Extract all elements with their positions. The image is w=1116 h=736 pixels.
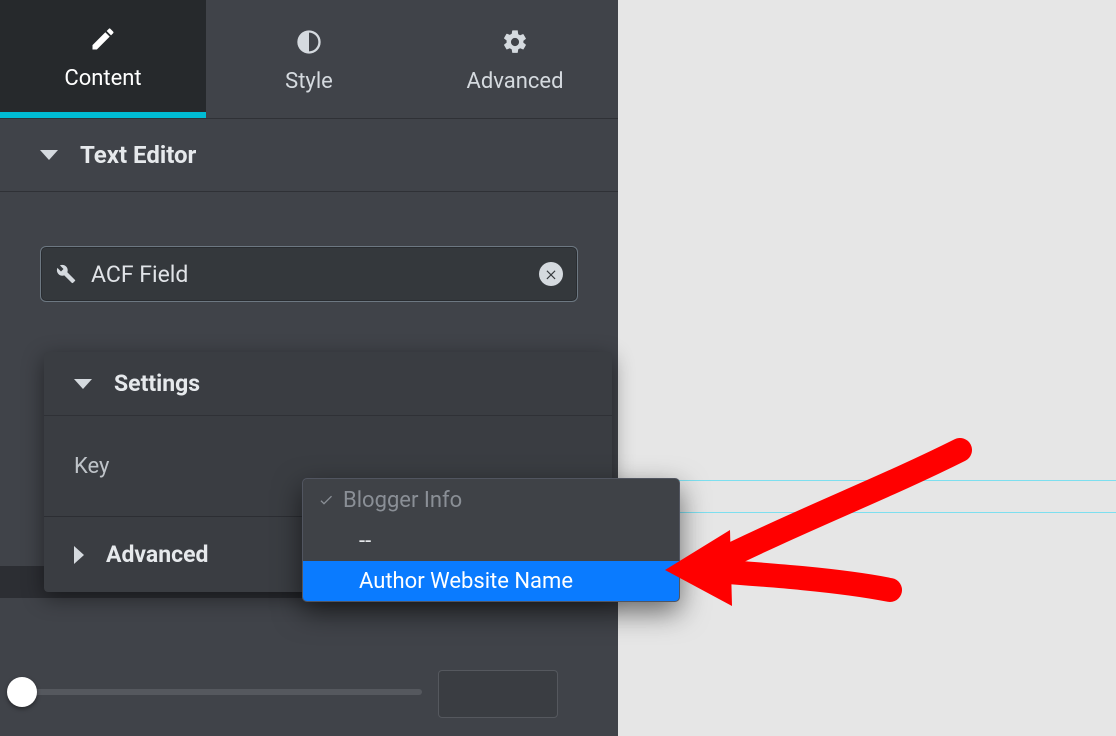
pencil-icon bbox=[86, 22, 120, 56]
key-dropdown: Blogger Info -- Author Website Name bbox=[302, 478, 680, 602]
slider-thumb[interactable] bbox=[7, 677, 37, 707]
chevron-down-icon bbox=[40, 150, 58, 160]
tab-label: Advanced bbox=[467, 69, 564, 94]
tab-content[interactable]: Content bbox=[0, 0, 206, 118]
check-icon bbox=[317, 492, 335, 508]
dropdown-option-none[interactable]: -- bbox=[303, 521, 679, 561]
slider-number-input[interactable] bbox=[438, 670, 558, 718]
gear-icon bbox=[498, 25, 532, 59]
tab-advanced[interactable]: Advanced bbox=[412, 0, 618, 118]
tab-label: Style bbox=[285, 69, 333, 94]
contrast-icon bbox=[292, 25, 326, 59]
popup-advanced-label: Advanced bbox=[106, 541, 208, 568]
layout-guide bbox=[618, 512, 1116, 513]
section-text-editor[interactable]: Text Editor bbox=[0, 118, 618, 192]
wrench-icon bbox=[55, 263, 77, 285]
section-label: Text Editor bbox=[80, 141, 196, 169]
key-label: Key bbox=[74, 454, 309, 479]
layout-guide bbox=[618, 480, 1116, 481]
tab-label: Content bbox=[64, 66, 141, 91]
dynamic-tag-chip[interactable]: ACF Field bbox=[40, 246, 578, 302]
dropdown-group-header: Blogger Info bbox=[303, 479, 679, 521]
editor-tabs: Content Style Advanced bbox=[0, 0, 618, 118]
tab-style[interactable]: Style bbox=[206, 0, 412, 118]
popup-section-settings[interactable]: Settings bbox=[44, 352, 612, 416]
preview-canvas[interactable] bbox=[618, 0, 1116, 736]
remove-dynamic-tag-button[interactable] bbox=[539, 262, 563, 286]
popup-settings-label: Settings bbox=[114, 370, 200, 397]
dynamic-tag-label: ACF Field bbox=[91, 261, 539, 288]
dropdown-group-label: Blogger Info bbox=[343, 488, 462, 513]
slider-control[interactable] bbox=[22, 678, 422, 706]
chevron-down-icon bbox=[74, 379, 92, 389]
content-area: ACF Field bbox=[0, 192, 618, 302]
slider-track bbox=[22, 689, 422, 695]
chevron-right-icon bbox=[74, 546, 84, 564]
dropdown-option-author-website-name[interactable]: Author Website Name bbox=[303, 561, 679, 601]
